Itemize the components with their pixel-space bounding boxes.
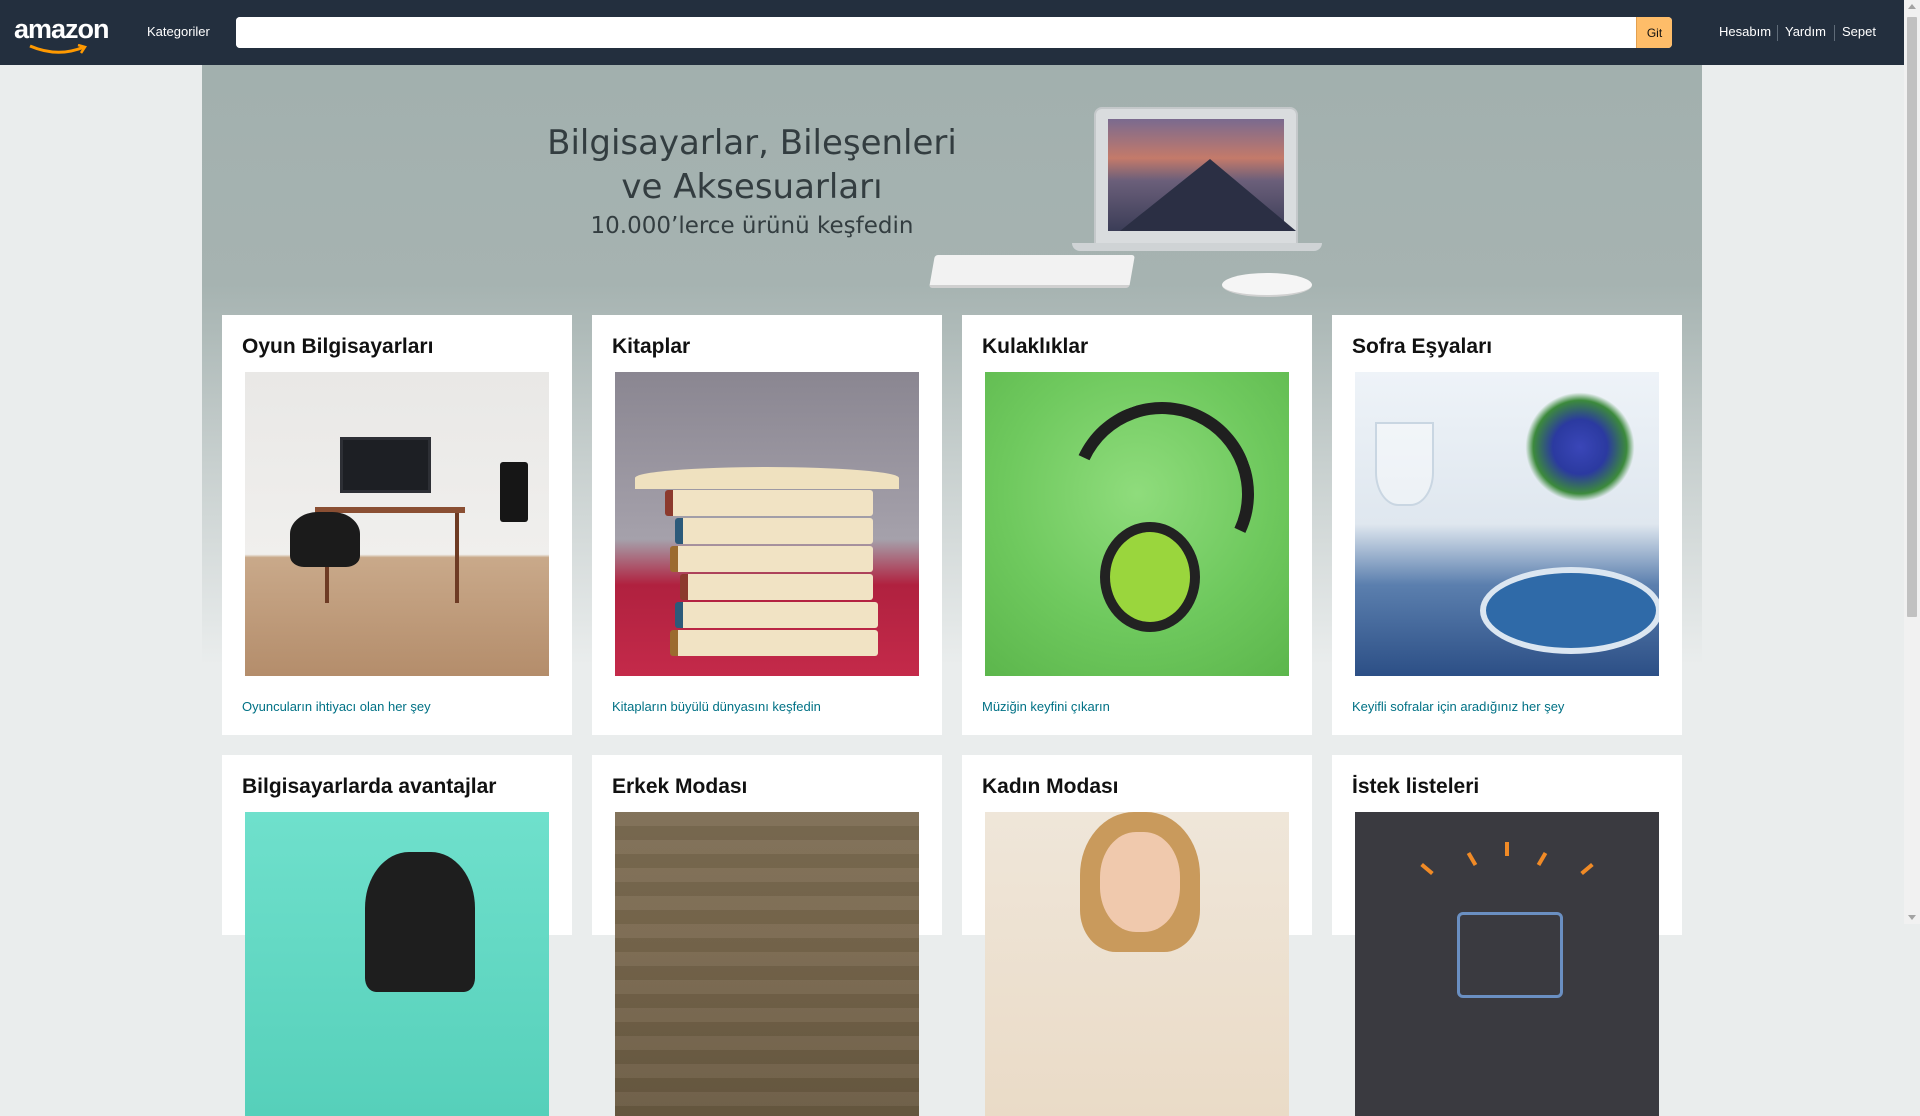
search-input[interactable] bbox=[236, 17, 1630, 48]
hero-title-line2: ve Aksesuarları bbox=[621, 167, 883, 207]
card-title: Kitaplar bbox=[612, 335, 691, 358]
search-bar: Git bbox=[236, 17, 1672, 48]
sparkle-ray bbox=[1505, 842, 1509, 856]
cart-link[interactable]: Sepet bbox=[1842, 24, 1876, 39]
keyboard-image bbox=[929, 255, 1135, 288]
glass-shape bbox=[1375, 422, 1434, 506]
nav-divider bbox=[1777, 25, 1778, 41]
card-title: Oyun Bilgisayarları bbox=[242, 335, 434, 358]
monitor-shape bbox=[340, 437, 431, 493]
laptop-display bbox=[1108, 119, 1296, 231]
card-title: Sofra Eşyaları bbox=[1352, 335, 1493, 358]
face-shape bbox=[1100, 832, 1180, 932]
card-computer-deals: Bilgisayarlarda avantajlar bbox=[222, 755, 572, 1116]
card-tableware: Sofra Eşyaları Keyifli sofralar için ara… bbox=[1332, 315, 1682, 735]
open-book-shape bbox=[635, 467, 899, 489]
book-shape bbox=[675, 602, 878, 628]
desk-leg bbox=[455, 513, 459, 603]
hero-subtitle: 10.000’lerce ürünü keşfedin bbox=[590, 213, 914, 239]
account-link[interactable]: Hesabım bbox=[1719, 24, 1771, 39]
headphone-cup-shape bbox=[1100, 522, 1200, 632]
card-wishlists: İstek listeleri bbox=[1332, 755, 1682, 1116]
book-shape bbox=[680, 574, 873, 600]
sparkle-ray bbox=[1536, 851, 1548, 867]
gaming-pc-image[interactable] bbox=[245, 372, 549, 676]
plate-shape bbox=[1480, 567, 1659, 654]
book-shape bbox=[665, 490, 873, 516]
search-button[interactable]: Git bbox=[1636, 17, 1672, 48]
book-shape bbox=[670, 630, 878, 656]
nav-divider bbox=[1834, 25, 1835, 41]
card-title: Kadın Modası bbox=[982, 775, 1119, 798]
chair-shape bbox=[290, 512, 360, 567]
card-books: Kitaplar Kitapların büyülü dünyasını keş… bbox=[592, 315, 942, 735]
card-gaming-pcs: Oyun Bilgisayarları Oyuncuların ihtiyacı… bbox=[222, 315, 572, 735]
card-title: İstek listeleri bbox=[1352, 775, 1480, 798]
wishlist-image[interactable] bbox=[1355, 812, 1659, 1116]
laptop-image bbox=[1094, 107, 1298, 251]
card-title: Erkek Modası bbox=[612, 775, 748, 798]
page-scrollbar[interactable] bbox=[1904, 0, 1920, 924]
mens-fashion-image[interactable] bbox=[615, 812, 919, 1116]
categories-menu[interactable]: Kategoriler bbox=[147, 24, 210, 39]
card-link[interactable]: Keyifli sofralar için aradığınız her şey bbox=[1352, 699, 1564, 714]
sparkle-ray bbox=[1580, 862, 1594, 876]
headphones-image[interactable] bbox=[985, 372, 1289, 676]
computer-deals-image[interactable] bbox=[245, 812, 549, 1116]
card-title: Kulaklıklar bbox=[982, 335, 1089, 358]
card-womens-fashion: Kadın Modası bbox=[962, 755, 1312, 1116]
card-mens-fashion: Erkek Modası bbox=[592, 755, 942, 1116]
womens-fashion-image[interactable] bbox=[985, 812, 1289, 1116]
pants-shape bbox=[615, 812, 919, 1116]
hero-title: Bilgisayarlar, Bileşenleri ve Aksesuarla… bbox=[542, 121, 962, 209]
mouse-image bbox=[1222, 273, 1312, 297]
help-link[interactable]: Yardım bbox=[1785, 24, 1826, 39]
card-link[interactable]: Oyuncuların ihtiyacı olan her şey bbox=[242, 699, 431, 714]
book-shape bbox=[675, 518, 873, 544]
scroll-down-icon[interactable] bbox=[1908, 915, 1916, 920]
tableware-image[interactable] bbox=[1355, 372, 1659, 676]
top-nav: amazon Kategoriler Git Hesabım Yardım Se… bbox=[0, 0, 1904, 65]
card-link[interactable]: Müziğin keyfini çıkarın bbox=[982, 699, 1110, 714]
mountain-wallpaper bbox=[1120, 159, 1296, 231]
books-image[interactable] bbox=[615, 372, 919, 676]
card-headphones: Kulaklıklar Müziğin keyfini çıkarın bbox=[962, 315, 1312, 735]
hero-title-line1: Bilgisayarlar, Bileşenleri bbox=[547, 123, 957, 163]
speaker-shape bbox=[500, 462, 528, 522]
card-title: Bilgisayarlarda avantajlar bbox=[242, 775, 497, 798]
logo-text: amazon bbox=[14, 14, 110, 44]
clipboard-icon bbox=[1457, 912, 1563, 998]
sparkle-ray bbox=[1466, 851, 1478, 867]
device-shape bbox=[365, 852, 475, 992]
scroll-thumb[interactable] bbox=[1907, 17, 1917, 617]
laptop-base bbox=[1072, 243, 1322, 251]
book-shape bbox=[670, 546, 873, 572]
flowers-shape bbox=[1525, 392, 1635, 502]
card-link[interactable]: Kitapların büyülü dünyasını keşfedin bbox=[612, 699, 821, 714]
sparkle-ray bbox=[1420, 862, 1434, 876]
smile-arrow-icon bbox=[29, 44, 87, 54]
amazon-logo[interactable]: amazon bbox=[14, 14, 114, 54]
scroll-up-icon[interactable] bbox=[1908, 4, 1916, 9]
